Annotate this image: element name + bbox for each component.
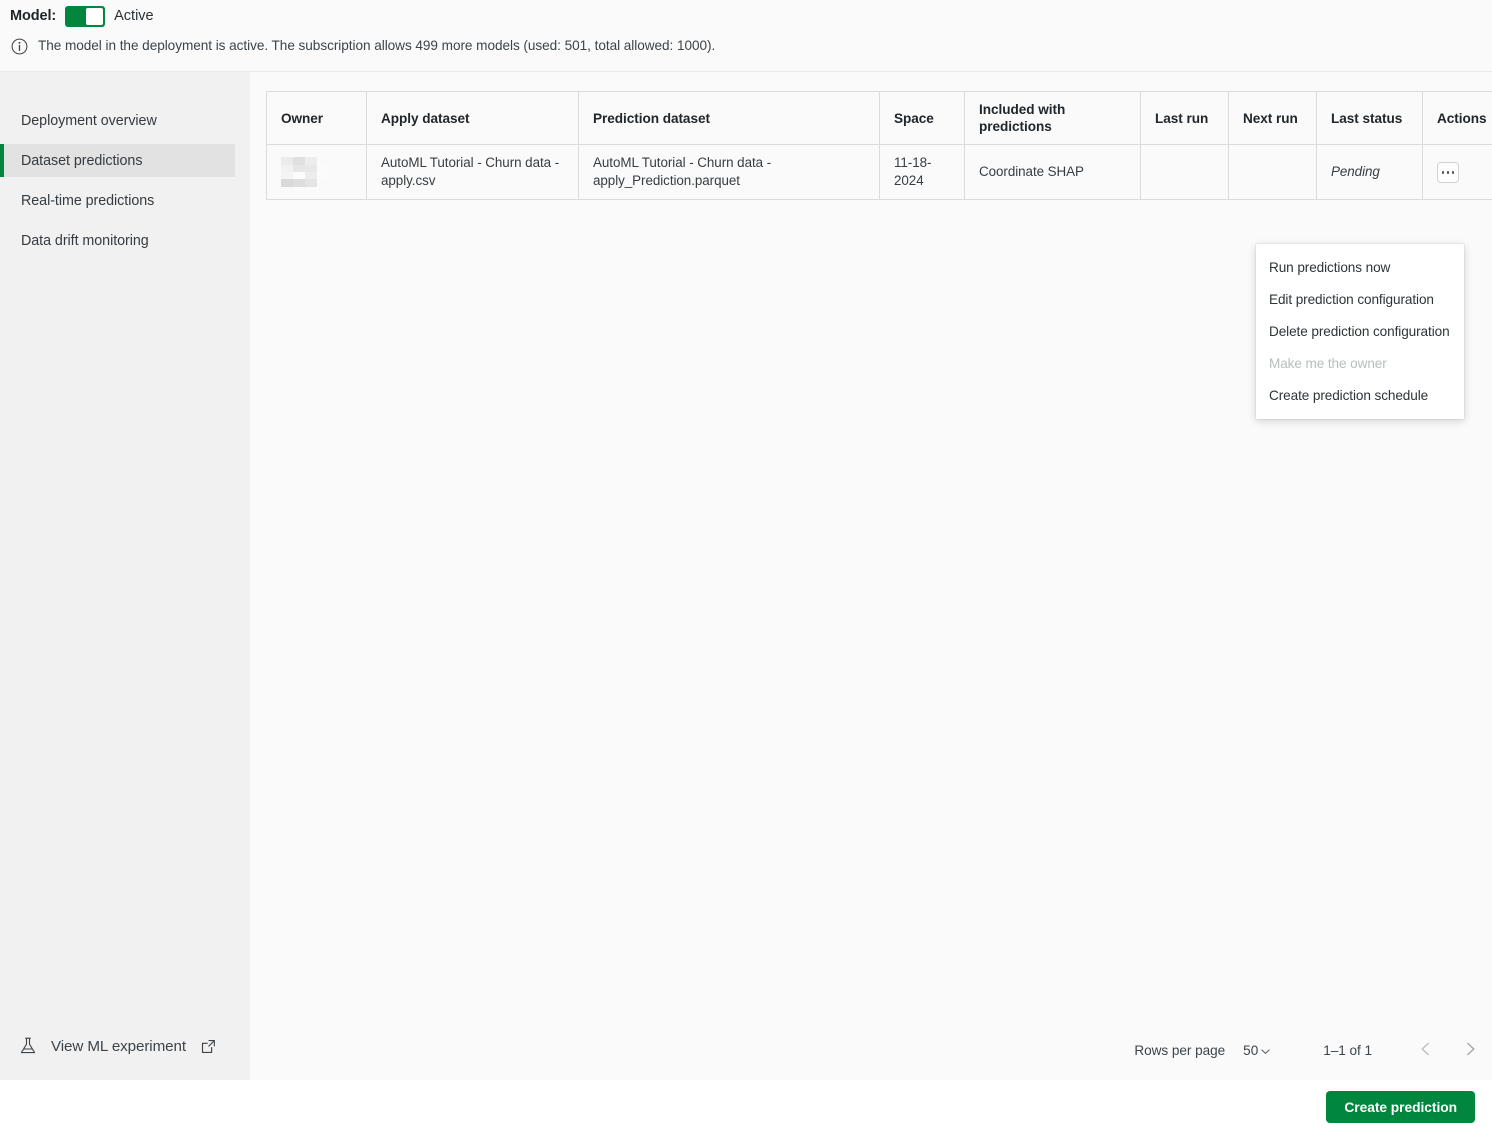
view-ml-experiment-link[interactable]: View ML experiment	[18, 1036, 216, 1056]
menu-item-label: Create prediction schedule	[1269, 387, 1429, 403]
flask-icon	[18, 1036, 38, 1056]
pagination-next-button[interactable]	[1454, 1034, 1486, 1066]
rows-per-page-value: 50	[1243, 1042, 1259, 1058]
table-head: Owner Apply dataset Prediction dataset S…	[266, 91, 1492, 145]
menu-item-label: Delete prediction configuration	[1269, 323, 1450, 339]
column-header-actions: Actions	[1422, 91, 1492, 145]
view-ml-experiment-label: View ML experiment	[51, 1037, 186, 1055]
cell-apply-dataset: AutoML Tutorial - Churn data - apply.csv	[366, 144, 579, 200]
pagination-range-label: 1–1 of 1	[1323, 1042, 1372, 1058]
dataset-predictions-table: Owner Apply dataset Prediction dataset S…	[266, 91, 1492, 200]
kebab-dot	[1441, 171, 1445, 174]
sidebar-item-label: Real-time predictions	[21, 192, 155, 209]
cell-owner	[266, 144, 367, 200]
rows-per-page-select[interactable]: 50	[1243, 1043, 1271, 1058]
kebab-dot	[1451, 171, 1455, 174]
sidebar-nav: Deployment overview Dataset predictions …	[0, 104, 250, 264]
sidebar: Deployment overview Dataset predictions …	[0, 72, 250, 1080]
model-toggle-row: Model: Active	[10, 5, 154, 27]
cell-included-with-predictions: Coordinate SHAP	[964, 144, 1141, 200]
sidebar-item-label: Deployment overview	[21, 112, 157, 129]
menu-item-run-predictions-now[interactable]: Run predictions now	[1256, 251, 1464, 283]
chevron-right-icon	[1462, 1041, 1478, 1060]
rows-per-page-label: Rows per page	[1134, 1042, 1226, 1058]
menu-item-label: Make me the owner	[1269, 355, 1387, 371]
column-header-apply-dataset[interactable]: Apply dataset	[366, 91, 579, 145]
main-content: Owner Apply dataset Prediction dataset S…	[250, 72, 1492, 1080]
menu-item-label: Run predictions now	[1269, 259, 1391, 275]
kebab-dot	[1446, 171, 1450, 174]
sidebar-item-dataset-predictions[interactable]: Dataset predictions	[0, 144, 235, 177]
column-header-included-with-predictions[interactable]: Included with predictions	[964, 91, 1141, 145]
cell-prediction-dataset: AutoML Tutorial - Churn data - apply_Pre…	[578, 144, 880, 200]
column-header-last-run[interactable]: Last run	[1140, 91, 1229, 145]
kebab-menu-icon[interactable]	[1437, 162, 1459, 184]
toggle-knob	[86, 7, 104, 25]
menu-item-label: Edit prediction configuration	[1269, 291, 1434, 307]
model-active-toggle[interactable]	[65, 5, 106, 27]
column-header-next-run[interactable]: Next run	[1228, 91, 1317, 145]
model-status-banner: Model: Active The model in the deploymen…	[0, 0, 1492, 72]
chevron-left-icon	[1418, 1041, 1434, 1060]
table-header-row: Owner Apply dataset Prediction dataset S…	[266, 91, 1492, 145]
menu-item-edit-prediction-configuration[interactable]: Edit prediction configuration	[1256, 283, 1464, 315]
table-row[interactable]: AutoML Tutorial - Churn data - apply.csv…	[266, 144, 1492, 200]
column-header-last-status[interactable]: Last status	[1316, 91, 1423, 145]
menu-item-create-prediction-schedule[interactable]: Create prediction schedule	[1256, 379, 1464, 411]
cell-last-run	[1140, 144, 1229, 200]
model-label: Model:	[10, 8, 57, 24]
chevron-down-icon	[1260, 1045, 1271, 1056]
cell-space: 11-18-2024	[879, 144, 965, 200]
pagination: Rows per page 50 1–1 of 1	[1134, 1030, 1486, 1070]
column-header-space[interactable]: Space	[879, 91, 965, 145]
footer-bar: Create prediction	[0, 1080, 1492, 1134]
deployment-page: Model: Active The model in the deploymen…	[0, 0, 1492, 1134]
pagination-prev-button[interactable]	[1410, 1034, 1442, 1066]
info-circle-icon	[11, 38, 28, 55]
external-link-icon	[201, 1039, 216, 1054]
column-header-prediction-dataset[interactable]: Prediction dataset	[578, 91, 880, 145]
create-prediction-button[interactable]: Create prediction	[1326, 1091, 1475, 1123]
cell-last-status: Pending	[1316, 144, 1423, 200]
cell-actions	[1422, 144, 1492, 200]
subscription-info-text: The model in the deployment is active. T…	[38, 38, 716, 53]
owner-avatar-redacted	[281, 157, 329, 187]
sidebar-item-data-drift-monitoring[interactable]: Data drift monitoring	[0, 224, 235, 257]
menu-item-make-me-the-owner: Make me the owner	[1256, 347, 1464, 379]
column-header-owner[interactable]: Owner	[266, 91, 367, 145]
dataset-predictions-table-wrap: Owner Apply dataset Prediction dataset S…	[266, 91, 1492, 200]
model-state-label: Active	[114, 8, 154, 24]
sidebar-item-real-time-predictions[interactable]: Real-time predictions	[0, 184, 235, 217]
sidebar-item-label: Data drift monitoring	[21, 232, 149, 249]
menu-item-delete-prediction-configuration[interactable]: Delete prediction configuration	[1256, 315, 1464, 347]
table-body: AutoML Tutorial - Churn data - apply.csv…	[266, 144, 1492, 200]
subscription-info: The model in the deployment is active. T…	[11, 37, 715, 55]
cell-next-run	[1228, 144, 1317, 200]
row-actions-menu: Run predictions now Edit prediction conf…	[1256, 244, 1464, 419]
sidebar-item-label: Dataset predictions	[21, 152, 143, 169]
sidebar-item-deployment-overview[interactable]: Deployment overview	[0, 104, 235, 137]
